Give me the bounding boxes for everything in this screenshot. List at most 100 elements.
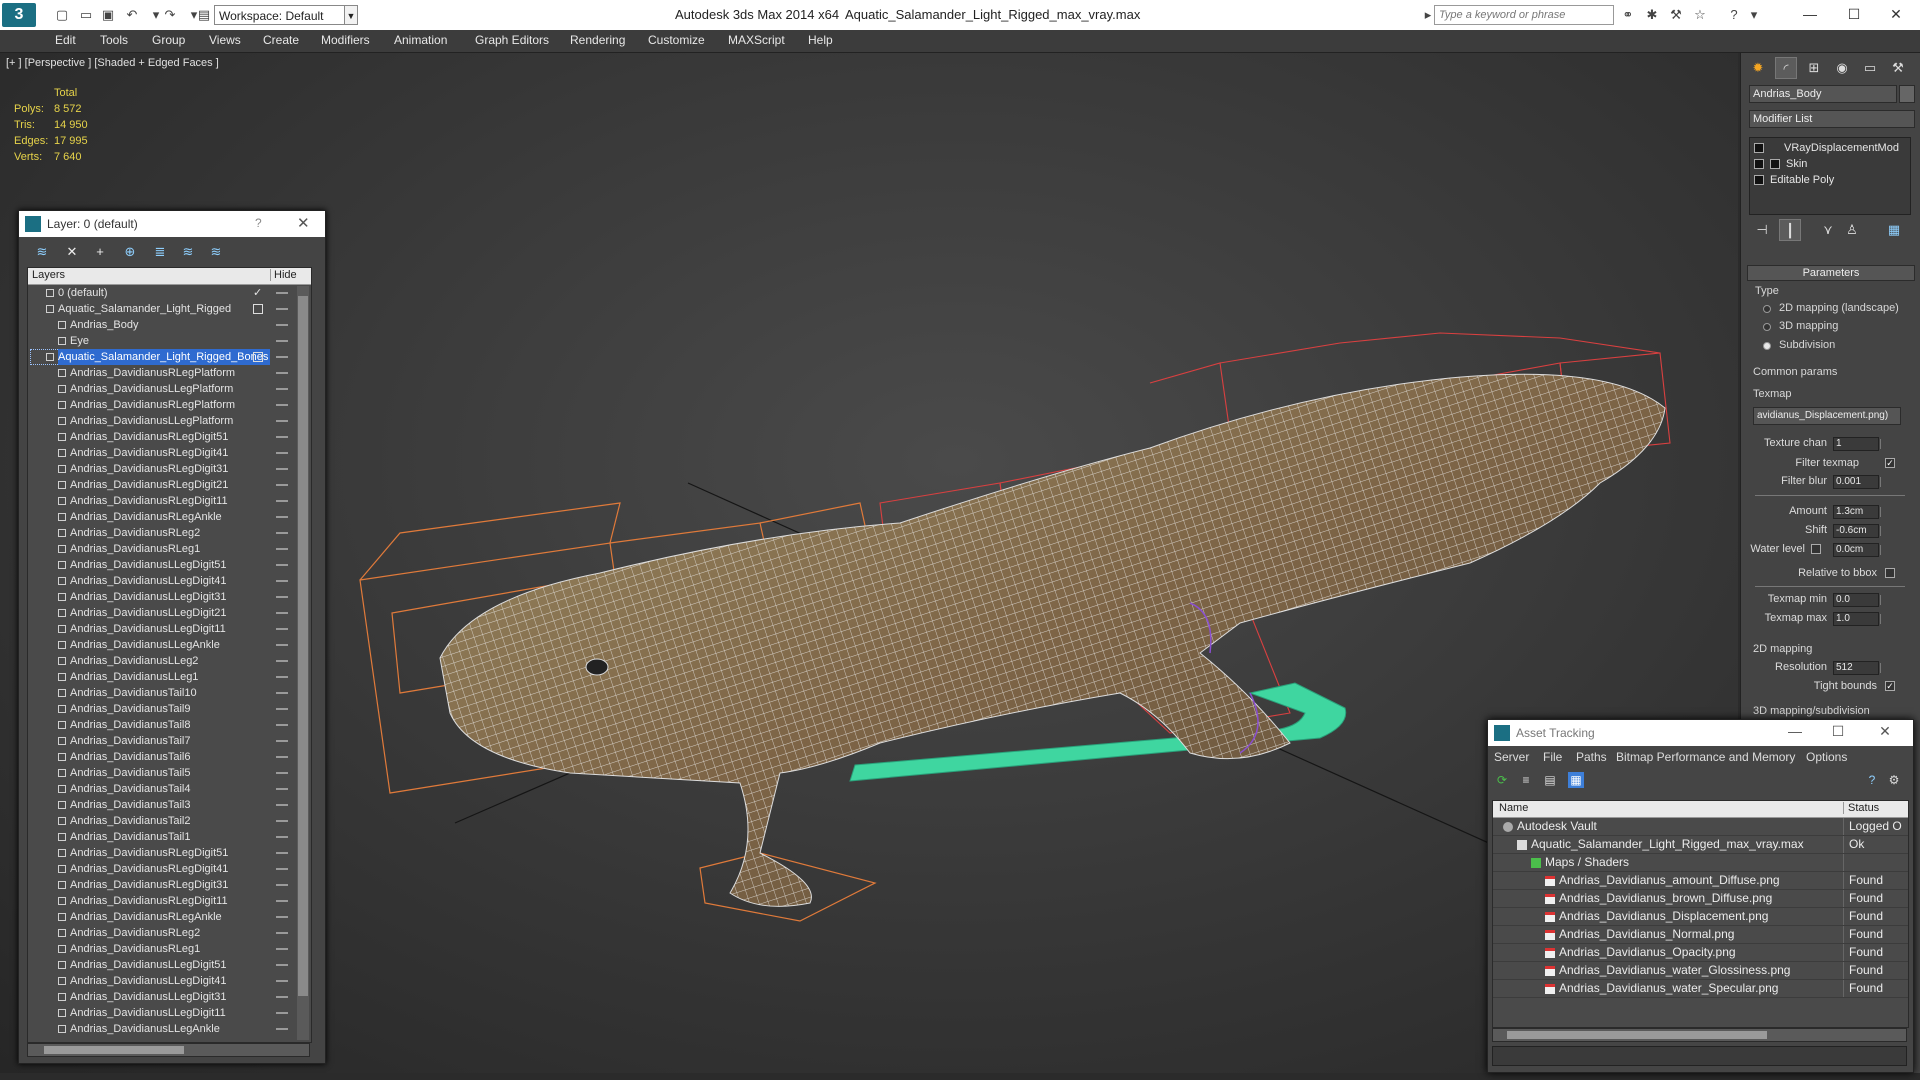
layer-row[interactable]: Andrias_DavidianusTail7 [28, 733, 311, 749]
asset-row[interactable]: Andrias_Davidianus_water_Glossiness.png F… [1493, 962, 1908, 980]
hide-toggle[interactable] [276, 452, 288, 454]
motion-tab-icon[interactable]: ◉ [1831, 57, 1853, 79]
hide-toggle[interactable] [276, 724, 288, 726]
menu-tools[interactable]: Tools [100, 33, 128, 47]
layer-row[interactable]: Andrias_DavidianusTail8 [28, 717, 311, 733]
vertical-scrollbar[interactable] [297, 286, 309, 1040]
layer-row[interactable]: Andrias_DavidianusRLeg1 [28, 541, 311, 557]
layer-row[interactable]: Andrias_DavidianusRLegDigit41 [28, 445, 311, 461]
refresh-icon[interactable]: ⟳ [1494, 772, 1510, 788]
close-icon[interactable]: ✕ [1876, 2, 1916, 26]
radio-2d-mapping[interactable] [1763, 305, 1771, 313]
layer-row[interactable]: Andrias_DavidianusRLegDigit51 [28, 845, 311, 861]
close-icon[interactable]: ✕ [1870, 723, 1900, 740]
hide-all-icon[interactable]: ≋ [179, 243, 197, 261]
menu-customize[interactable]: Customize [648, 33, 705, 47]
tools-icon[interactable]: ⚒ [1668, 7, 1684, 23]
layer-row[interactable]: Andrias_DavidianusLLegDigit11 [28, 621, 311, 637]
workspace-select[interactable]: Workspace: Default [214, 5, 354, 25]
settings-icon[interactable]: ⚙ [1886, 772, 1902, 788]
layer-row[interactable]: Andrias_DavidianusRLegAnkle [28, 509, 311, 525]
layer-row[interactable]: Andrias_DavidianusLLegPlatform [28, 413, 311, 429]
menu-views[interactable]: Views [209, 33, 241, 47]
layer-row[interactable]: Aquatic_Salamander_Light_Rigged_Bones [28, 349, 311, 365]
layer-row[interactable]: Andrias_DavidianusTail4 [28, 781, 311, 797]
current-layer-check-icon[interactable]: ✓ [253, 288, 263, 299]
layer-list[interactable]: Layers Hide 0 (default) ✓ Aquatic_Salamand… [27, 267, 312, 1043]
object-color-swatch[interactable] [1899, 85, 1915, 103]
layer-row[interactable]: Andrias_DavidianusLLegDigit51 [28, 557, 311, 573]
undo-icon[interactable]: ↶ [124, 7, 140, 23]
asset-row[interactable]: Andrias_Davidianus_brown_Diffuse.png Foun… [1493, 890, 1908, 908]
show-end-result-icon[interactable]: ┃ [1779, 219, 1801, 241]
highlight-layer-icon[interactable]: ≣ [151, 243, 169, 261]
maximize-icon[interactable]: ☐ [1823, 723, 1853, 740]
asset-dialog-titlebar[interactable]: Asset Tracking — ☐ ✕ [1488, 720, 1913, 746]
hide-toggle[interactable] [276, 580, 288, 582]
delete-layer-icon[interactable]: ✕ [63, 243, 81, 261]
hide-toggle[interactable] [276, 356, 288, 358]
hide-toggle[interactable] [276, 756, 288, 758]
remove-modifier-icon[interactable]: ♙ [1841, 219, 1863, 241]
hide-toggle[interactable] [276, 324, 288, 326]
radio-3d-mapping[interactable] [1763, 323, 1771, 331]
modifier-list-dropdown[interactable]: Modifier List [1749, 110, 1915, 128]
asset-status-field[interactable] [1492, 1046, 1907, 1066]
water-level-checkbox[interactable] [1811, 544, 1821, 554]
menu-options[interactable]: Options [1806, 750, 1847, 764]
help-dropdown-icon[interactable]: ▾ [1746, 7, 1762, 23]
layer-row[interactable]: Andrias_DavidianusRLegDigit11 [28, 893, 311, 909]
layer-row[interactable]: Andrias_DavidianusRLegAnkle [28, 909, 311, 925]
hide-toggle[interactable] [276, 612, 288, 614]
hide-toggle[interactable] [276, 628, 288, 630]
layer-row[interactable]: Andrias_DavidianusLLegDigit41 [28, 573, 311, 589]
hide-toggle[interactable] [276, 804, 288, 806]
asset-table[interactable]: Name Status Autodesk Vault Logged O Aquati… [1492, 800, 1909, 1028]
layer-row[interactable]: Andrias_DavidianusRLeg1 [28, 941, 311, 957]
tight-bounds-checkbox[interactable]: ✓ [1885, 681, 1895, 691]
filter-texmap-checkbox[interactable]: ✓ [1885, 458, 1895, 468]
binoculars-icon[interactable]: ⚭ [1620, 7, 1636, 23]
horizontal-scrollbar[interactable] [27, 1043, 310, 1057]
parameters-rollout[interactable]: Parameters [1747, 265, 1915, 281]
layer-row[interactable]: Eye [28, 333, 311, 349]
layer-row[interactable]: Andrias_DavidianusTail1 [28, 829, 311, 845]
layer-row[interactable]: Andrias_DavidianusTail3 [28, 797, 311, 813]
asset-row[interactable]: Andrias_Davidianus_amount_Diffuse.png Fou… [1493, 872, 1908, 890]
layer-row[interactable]: Andrias_DavidianusLLegDigit31 [28, 989, 311, 1005]
layer-row[interactable]: Andrias_DavidianusLLegDigit41 [28, 973, 311, 989]
filter-blur-spinner[interactable]: 0.001 [1833, 475, 1881, 489]
viewport-label[interactable]: [+ ] [Perspective ] [Shaded + Edged Face… [6, 57, 219, 69]
layer-row[interactable]: Andrias_DavidianusRLegDigit21 [28, 477, 311, 493]
favorites-star-icon[interactable]: ☆ [1692, 7, 1708, 23]
create-tab-icon[interactable]: ✹ [1747, 57, 1769, 79]
app-logo[interactable]: 3 [2, 3, 36, 27]
close-icon[interactable]: ✕ [297, 214, 310, 232]
shift-spinner[interactable]: -0.6cm [1833, 524, 1881, 538]
hide-toggle[interactable] [276, 1012, 288, 1014]
hide-toggle[interactable] [276, 916, 288, 918]
hide-toggle[interactable] [276, 292, 288, 294]
texmap-max-spinner[interactable]: 1.0 [1833, 612, 1881, 626]
layer-row[interactable]: Andrias_DavidianusTail6 [28, 749, 311, 765]
layer-row[interactable]: Andrias_Body [28, 317, 311, 333]
hide-toggle[interactable] [276, 692, 288, 694]
hide-toggle[interactable] [276, 788, 288, 790]
help-icon[interactable]: ? [255, 216, 262, 230]
hide-toggle[interactable] [276, 468, 288, 470]
modifier-stack[interactable]: VRayDisplacementMod Skin Editable Poly [1749, 137, 1911, 215]
menu-rendering[interactable]: Rendering [570, 33, 625, 47]
layer-row[interactable]: Andrias_DavidianusLLegDigit21 [28, 605, 311, 621]
layer-row[interactable]: Aquatic_Salamander_Light_Rigged [28, 301, 311, 317]
menu-graph-editors[interactable]: Graph Editors [475, 33, 549, 47]
hide-toggle[interactable] [276, 388, 288, 390]
help-icon[interactable]: ? [1864, 772, 1880, 788]
menu-group[interactable]: Group [152, 33, 185, 47]
layer-row[interactable]: Andrias_DavidianusRLegDigit41 [28, 861, 311, 877]
menu-help[interactable]: Help [808, 33, 833, 47]
chevron-down-icon[interactable]: ▼ [344, 5, 358, 25]
object-name-field[interactable]: Andrias_Body [1749, 85, 1897, 103]
layer-row[interactable]: Andrias_DavidianusRLegDigit51 [28, 429, 311, 445]
communication-icon[interactable]: ✱ [1644, 7, 1660, 23]
hide-toggle[interactable] [276, 884, 288, 886]
